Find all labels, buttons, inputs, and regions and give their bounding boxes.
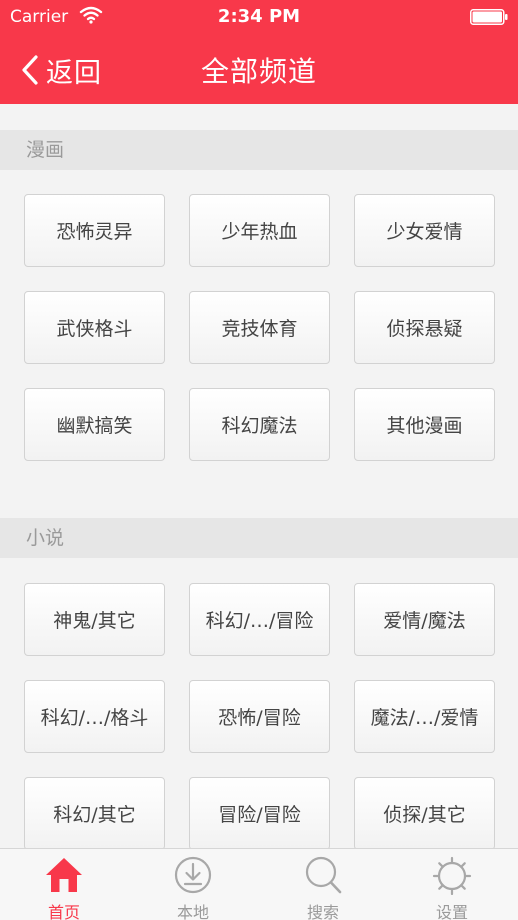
status-bar: Carrier 2:34 PM xyxy=(0,0,518,34)
channel-tile[interactable]: 少女爱情 xyxy=(354,194,495,267)
channel-tile[interactable]: 科幻/…/格斗 xyxy=(24,680,165,753)
channel-tile[interactable]: 恐怖灵异 xyxy=(24,194,165,267)
status-time: 2:34 PM xyxy=(217,6,301,27)
channel-list[interactable]: 漫画 恐怖灵异 少年热血 少女爱情 武侠格斗 竞技体育 侦探悬疑 幽默搞笑 科幻… xyxy=(0,104,518,848)
navigation-bar: 返回 全部频道 xyxy=(0,40,518,98)
channel-tile[interactable]: 侦探/其它 xyxy=(354,777,495,848)
tab-label: 首页 xyxy=(47,903,80,920)
page-title: 全部频道 xyxy=(200,55,317,88)
channel-tile[interactable]: 冒险/冒险 xyxy=(189,777,330,848)
home-icon xyxy=(46,858,82,892)
channel-tile[interactable]: 科幻魔法 xyxy=(189,388,330,461)
section-header-novels: 小说 xyxy=(0,518,518,558)
settings-icon xyxy=(432,856,472,895)
tab-local[interactable]: 本地 xyxy=(138,849,248,920)
channel-tile[interactable]: 魔法/…/爱情 xyxy=(354,680,495,753)
section-header-comics: 漫画 xyxy=(0,130,518,170)
search-icon xyxy=(305,856,342,894)
tab-label: 设置 xyxy=(435,903,468,920)
channel-tile[interactable]: 科幻/…/冒险 xyxy=(189,583,330,656)
tab-settings[interactable]: 设置 xyxy=(397,849,507,920)
channel-tile[interactable]: 幽默搞笑 xyxy=(24,388,165,461)
download-icon xyxy=(174,856,212,894)
channel-tile[interactable]: 神鬼/其它 xyxy=(24,583,165,656)
channel-tile[interactable]: 恐怖/冒险 xyxy=(189,680,330,753)
channel-tile[interactable]: 竞技体育 xyxy=(189,291,330,364)
app-header: Carrier 2:34 PM 返回 全部频道 xyxy=(0,0,518,104)
tab-label: 本地 xyxy=(176,903,209,920)
channel-tile[interactable]: 其他漫画 xyxy=(354,388,495,461)
channel-tile[interactable]: 侦探悬疑 xyxy=(354,291,495,364)
tab-bar: 首页 本地 搜索 设置 xyxy=(0,848,518,920)
tab-search[interactable]: 搜索 xyxy=(268,849,378,920)
channel-tile[interactable]: 爱情/魔法 xyxy=(354,583,495,656)
channel-tile[interactable]: 武侠格斗 xyxy=(24,291,165,364)
tab-label: 搜索 xyxy=(306,903,339,920)
channel-tile[interactable]: 少年热血 xyxy=(189,194,330,267)
channel-tile[interactable]: 科幻/其它 xyxy=(24,777,165,848)
tab-home[interactable]: 首页 xyxy=(9,849,119,920)
battery-icon xyxy=(470,9,508,25)
